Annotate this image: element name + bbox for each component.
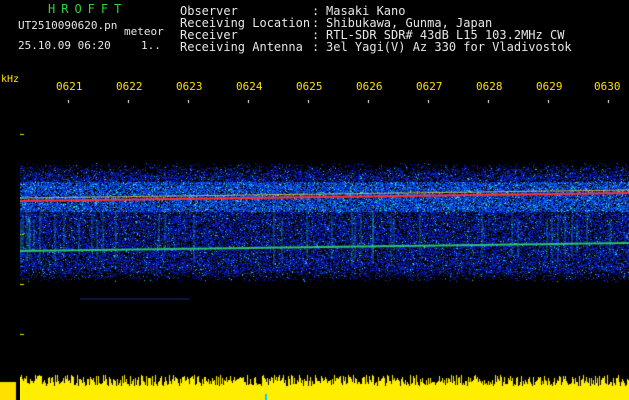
time-tick-label: 0628 <box>476 80 503 93</box>
antenna-sep: : <box>312 40 320 54</box>
time-tick-label: 0625 <box>296 80 323 93</box>
time-tick-label: 0622 <box>116 80 143 93</box>
time-tick-label: 0621 <box>56 80 83 93</box>
antenna-value: 3el Yagi(V) Az 330 for Vladivostok <box>326 40 572 54</box>
time-tick-label: 0624 <box>236 80 263 93</box>
time-tick-label: 0623 <box>176 80 203 93</box>
app-brand: HROFFT <box>48 2 128 16</box>
time-tick-label: 0629 <box>536 80 563 93</box>
axis-strip <box>0 100 20 400</box>
mode-label: meteor <box>124 25 164 38</box>
datetime-suffix: 1.. <box>141 39 161 52</box>
time-tick-label: 0627 <box>416 80 443 93</box>
spectrogram <box>20 100 629 400</box>
antenna-label: Receiving Antenna <box>180 40 303 54</box>
time-tick-label: 0626 <box>356 80 383 93</box>
frequency-unit-label: kHz <box>1 74 20 85</box>
hrofft-window: HROFFT UT2510090620.pn meteor 25.10.09 0… <box>0 0 629 400</box>
time-tick-label: 0630 <box>594 80 621 93</box>
file-name: UT2510090620.pn <box>18 19 118 32</box>
capture-datetime: 25.10.09 06:20 <box>18 39 111 52</box>
